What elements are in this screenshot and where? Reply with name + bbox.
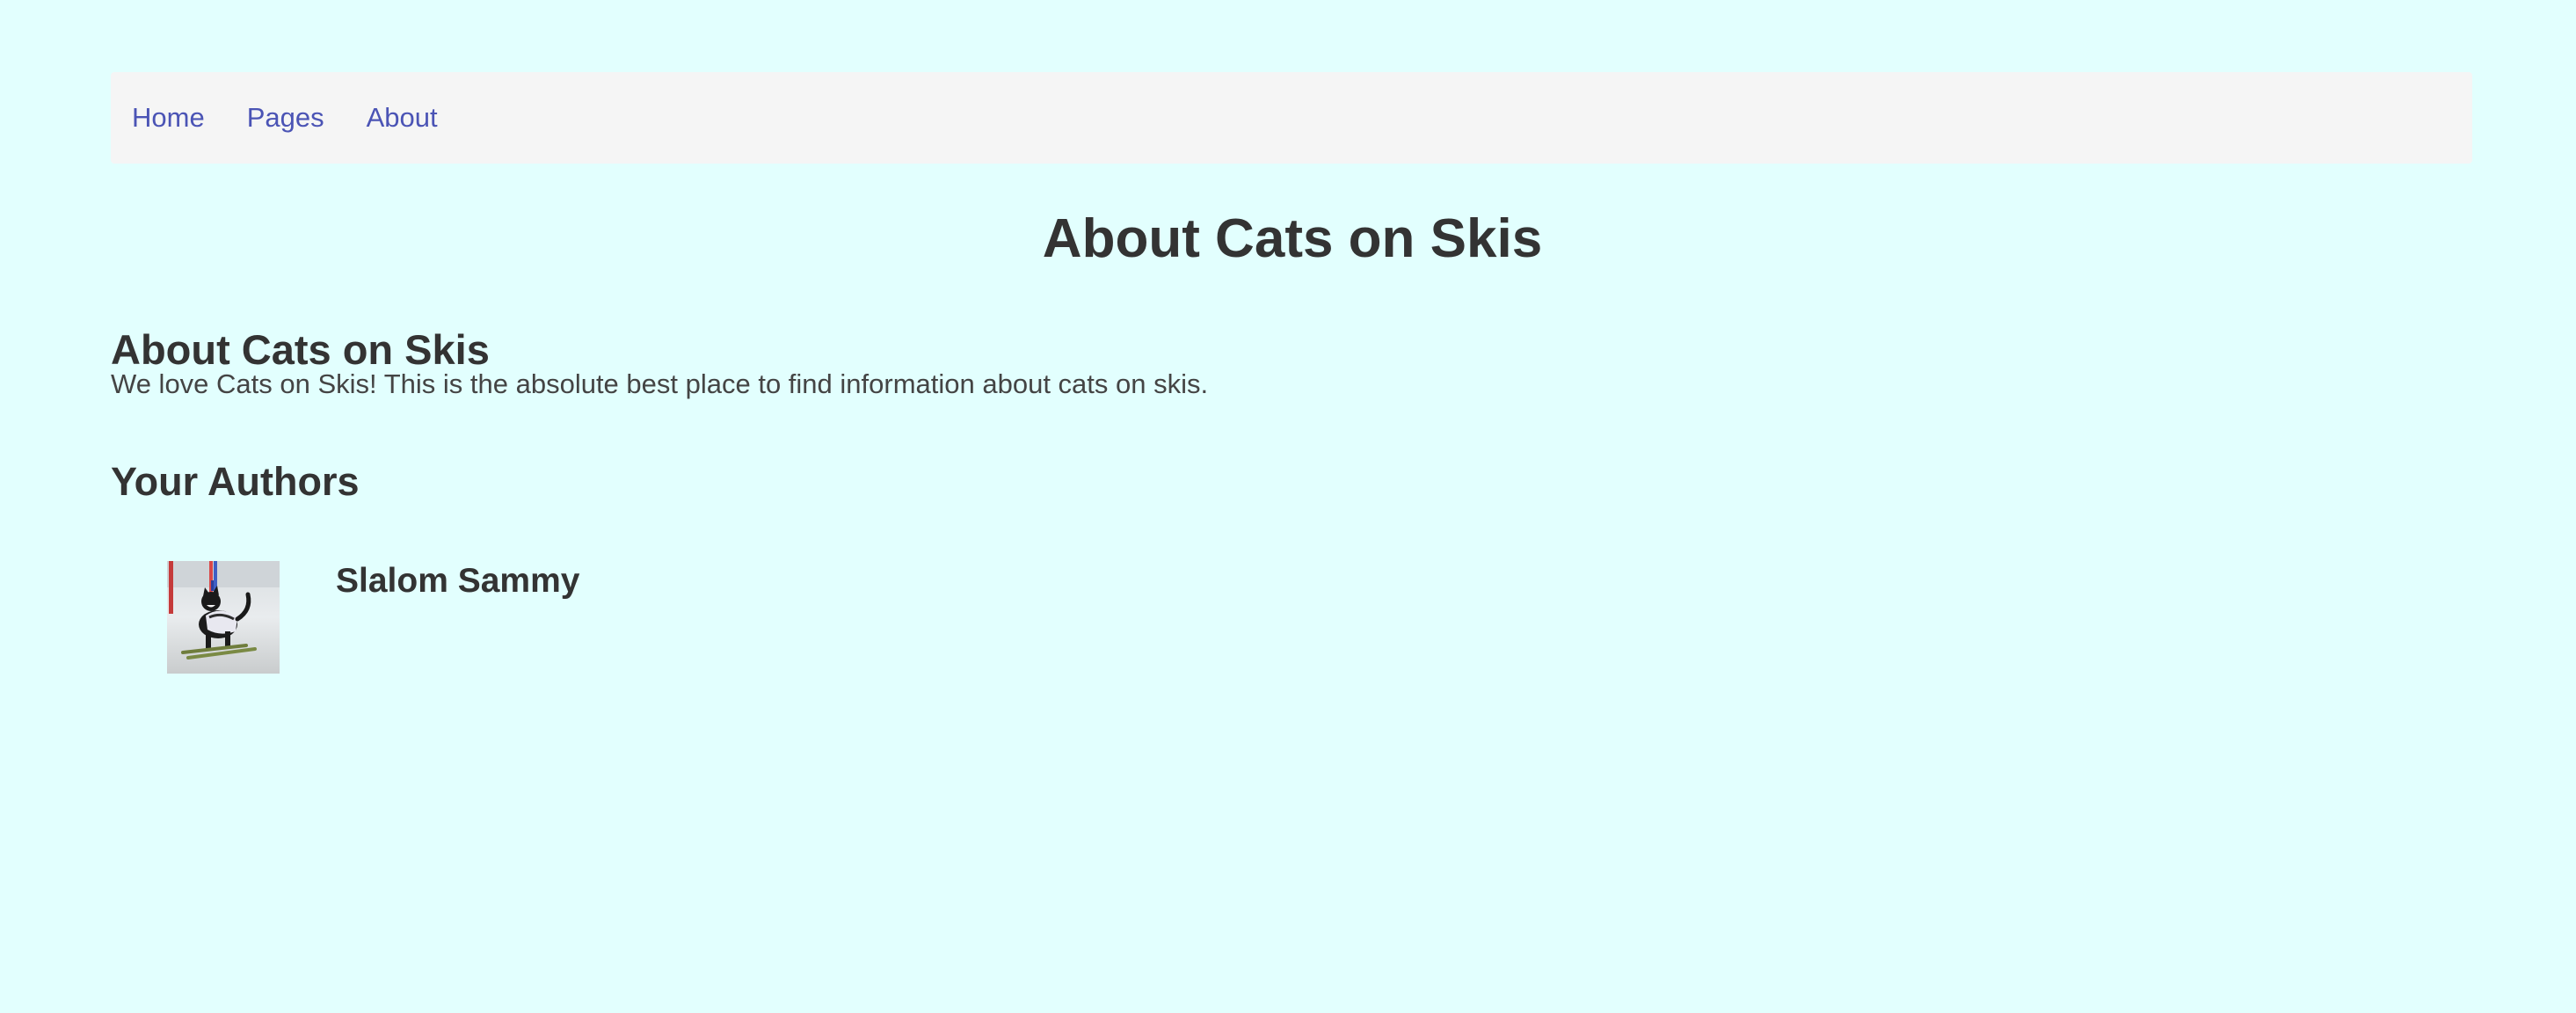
- page-title: About Cats on Skis: [1042, 208, 1543, 269]
- nav-link-about[interactable]: About: [367, 102, 438, 134]
- nav-link-pages[interactable]: Pages: [247, 102, 324, 134]
- author-name: Slalom Sammy: [336, 562, 580, 600]
- top-navigation: Home Pages About: [111, 72, 2472, 164]
- author-photo: [167, 561, 280, 674]
- about-text: We love Cats on Skis! This is the absolu…: [111, 368, 1209, 399]
- cat-skiing-photo-icon: [167, 561, 280, 674]
- authors-heading: Your Authors: [111, 459, 360, 504]
- nav-link-home[interactable]: Home: [132, 102, 205, 134]
